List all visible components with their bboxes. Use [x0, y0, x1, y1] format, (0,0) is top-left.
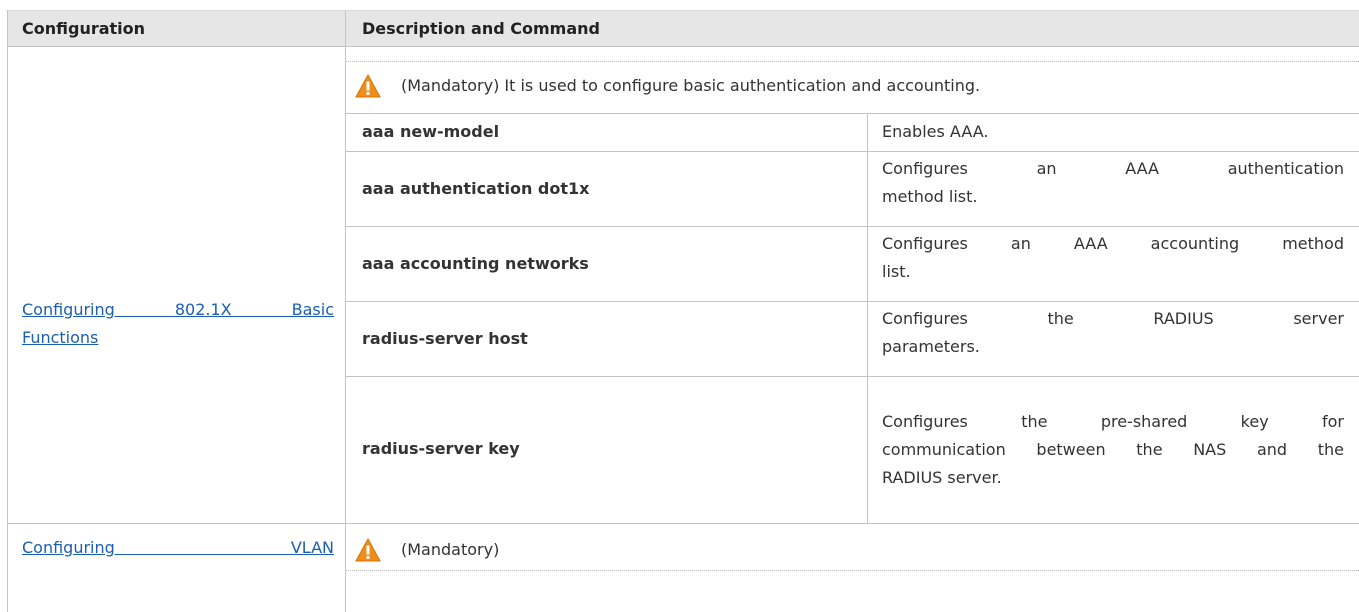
note-text: (Mandatory) It is used to configure basi…: [401, 76, 981, 95]
desc-aaa-authentication-dot1x: Configures an AAA authentication method …: [882, 159, 1344, 206]
row-divider-2: [346, 151, 1359, 152]
config-link-basic-functions[interactable]: Configuring 802.1X Basic: [22, 296, 334, 324]
header-bottom-border: [7, 46, 1359, 47]
warning-icon: [355, 74, 381, 98]
desc-aaa-new-model: Enables AAA.: [882, 122, 989, 141]
desc-radius-server-key: Configures the pre-shared key for commun…: [882, 412, 1344, 487]
row-divider-4: [346, 301, 1359, 302]
column-divider: [345, 10, 346, 612]
row-divider-5: [346, 376, 1359, 377]
note-text-vlan: (Mandatory): [401, 540, 500, 559]
command-radius-server-host: radius-server host: [362, 329, 528, 348]
header-configuration: Configuration: [22, 19, 146, 38]
config-link-vlan[interactable]: Configuring VLAN: [22, 534, 334, 562]
command-aaa-authentication-dot1x: aaa authentication dot1x: [362, 179, 590, 198]
config-link-basic-functions-line2[interactable]: Functions: [22, 324, 334, 352]
command-radius-server-key: radius-server key: [362, 439, 520, 458]
note-top-dotted: [346, 61, 1359, 62]
desc-aaa-accounting-networks: Configures an AAA accounting method list…: [882, 234, 1344, 281]
mandatory-note-vlan: (Mandatory): [355, 536, 499, 564]
note2-top-dotted: [346, 570, 1359, 571]
table-header: Configuration Description and Command: [7, 10, 1359, 47]
command-aaa-accounting-networks: aaa accounting networks: [362, 254, 589, 273]
command-column-divider: [867, 113, 868, 523]
header-description-command: Description and Command: [362, 19, 600, 38]
warning-icon: [355, 538, 381, 562]
table-border-left: [7, 10, 8, 612]
mandatory-note: (Mandatory) It is used to configure basi…: [355, 72, 980, 100]
desc-radius-server-host: Configures the RADIUS server parameters.: [882, 309, 1344, 356]
row-divider-1: [346, 113, 1359, 114]
command-aaa-new-model: aaa new-model: [362, 122, 500, 141]
section-divider: [7, 523, 1359, 524]
row-divider-3: [346, 226, 1359, 227]
